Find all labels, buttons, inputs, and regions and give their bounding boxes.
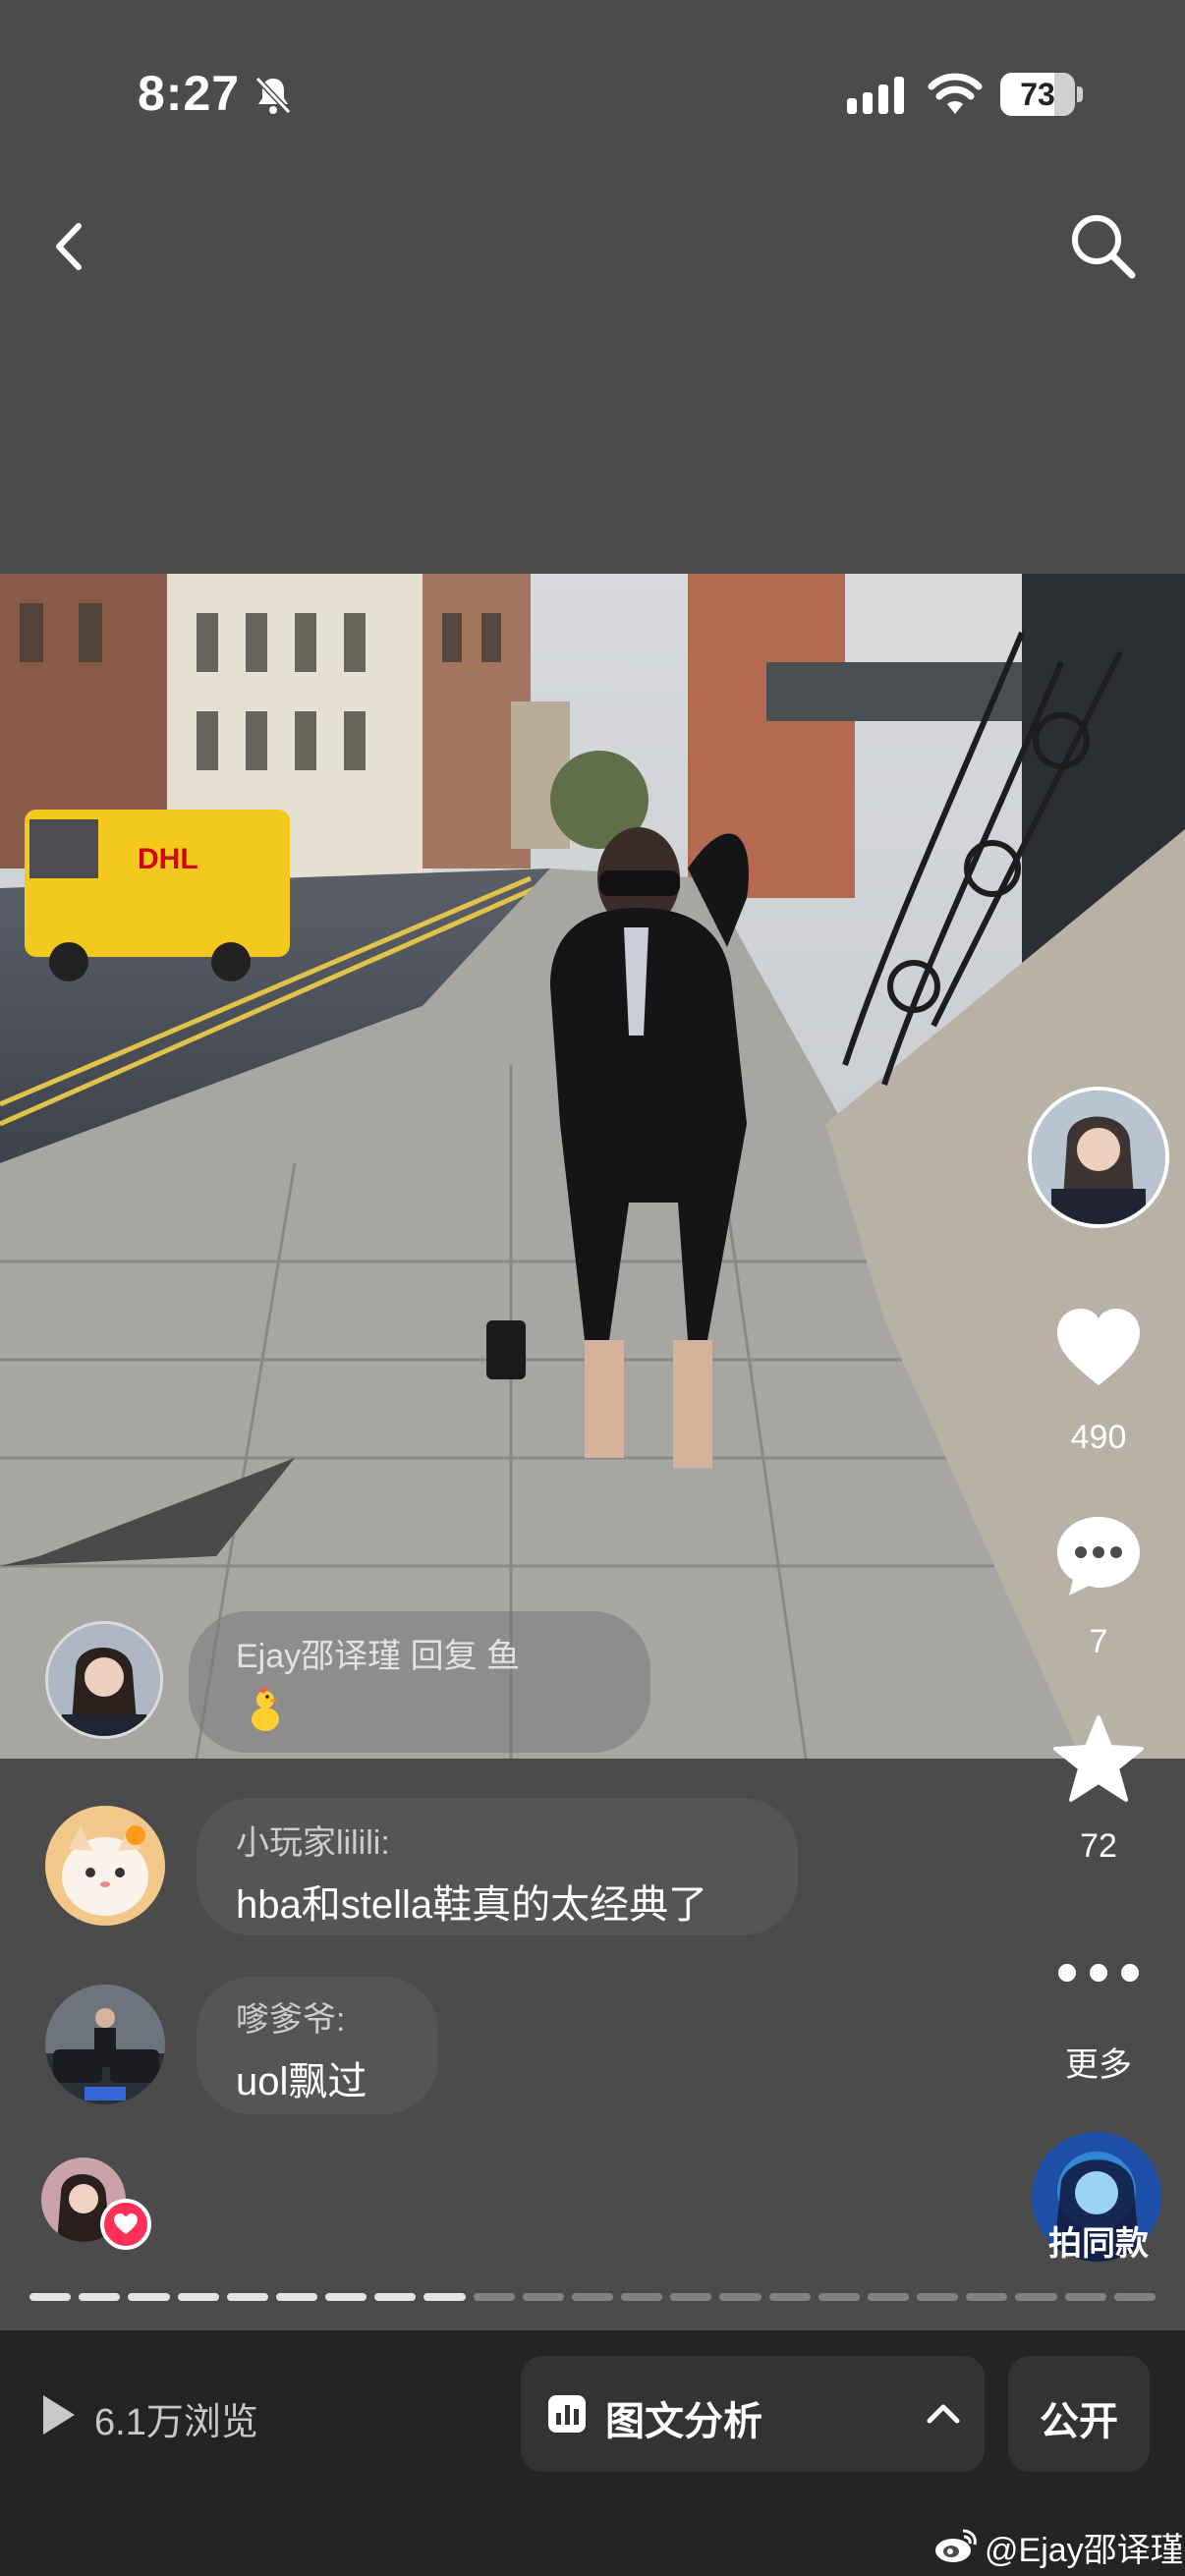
carousel-segment [1015,2293,1057,2301]
more-label[interactable]: 更多 [1028,2038,1169,2086]
more-dots-icon[interactable] [1051,1926,1146,2020]
carousel-segment [522,2293,564,2301]
analysis-label: 图文分析 [605,2400,762,2443]
carousel-segment [79,2293,121,2301]
favorite-count: 72 [1080,1827,1117,1865]
silent-bell-icon [254,76,292,115]
carousel-segment [867,2293,910,2301]
play-icon [43,2395,75,2435]
comment-count: 7 [1089,1623,1108,1660]
view-count: 6.1万浏览 [94,2402,258,2443]
post-photo[interactable]: DHL [0,574,1185,1759]
comment-bubble-icon[interactable] [1051,1507,1146,1601]
author-avatar[interactable] [1028,1087,1169,1228]
carousel-segment [177,2293,219,2301]
carousel-segment [29,2293,72,2301]
comment-text: uol飘过 [236,2060,367,2103]
carousel-segment [374,2293,417,2301]
battery-text: 73 [1020,77,1055,112]
carousel-segment [226,2293,268,2301]
svg-text:DHL: DHL [138,843,198,875]
heart-badge-icon [100,2199,151,2250]
status-time: 8:27 [138,66,241,121]
carousel-segment [966,2293,1008,2301]
comment-username: 小玩家lilili: [236,1824,390,1862]
carousel-segment [325,2293,367,2301]
carousel-segment [719,2293,762,2301]
floating-comment-text: Ejay邵译瑾 回复 鱼 [236,1638,521,1675]
chick-emoji-icon [252,1686,279,1731]
carousel-segment [1064,2293,1106,2301]
carousel-segment [571,2293,614,2301]
heart-icon[interactable] [1051,1301,1146,1395]
public-label: 公开 [1040,2400,1118,2443]
carousel-segment [423,2293,466,2301]
comment-text: hba和stella鞋真的太经典了 [236,1883,708,1927]
wifi-icon [928,73,983,114]
carousel-segment [670,2293,712,2301]
carousel-segment [917,2293,959,2301]
bar-chart-icon [548,2395,586,2433]
weibo-logo-icon [935,2529,977,2562]
comment-username: 嗲爹爷: [236,2001,346,2039]
chevron-left-icon[interactable] [43,212,96,281]
carousel-segment [621,2293,663,2301]
battery-indicator: 73 [1000,73,1083,116]
comment-avatar[interactable] [45,1985,165,2104]
carousel-segment [473,2293,515,2301]
like-count: 490 [1070,1419,1127,1456]
carousel-progress [29,2293,1156,2301]
star-icon[interactable] [1051,1711,1146,1806]
watermark-text: @Ejay邵译瑾 [985,2532,1184,2569]
carousel-segment [1113,2293,1156,2301]
cellular-signal-icon [847,77,904,114]
chevron-up-icon [927,2404,960,2424]
carousel-segment [768,2293,811,2301]
remix-button[interactable]: 拍同款 [1028,2216,1169,2265]
carousel-segment [275,2293,318,2301]
comment-avatar[interactable] [45,1806,165,1926]
carousel-segment [128,2293,170,2301]
carousel-segment [818,2293,860,2301]
search-icon[interactable] [1067,210,1138,281]
floating-comment-avatar[interactable] [45,1621,163,1739]
